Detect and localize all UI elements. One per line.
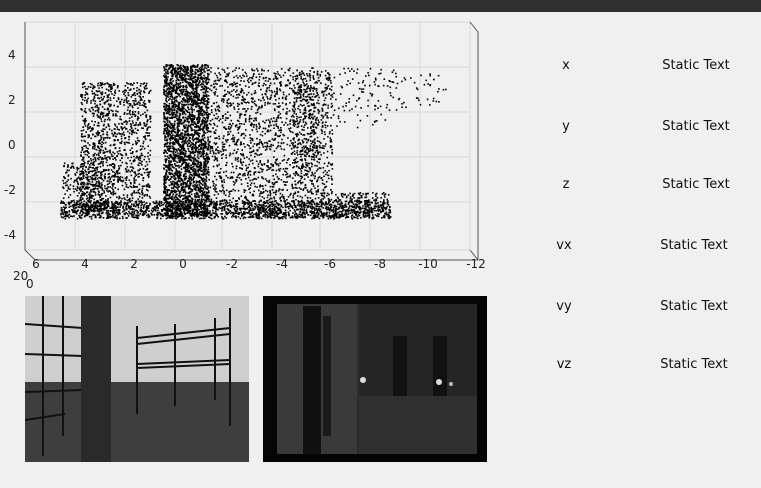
plot-axes: 4 2 0 -2 -4 6 4 2 0 -2 -4 -6 -8 -10 -12 … xyxy=(4,21,486,291)
y-tick: -4 xyxy=(4,228,16,242)
window-titlebar xyxy=(0,0,761,12)
value-vx: Static Text xyxy=(660,238,728,253)
x-tick: 0 xyxy=(179,257,187,271)
x-tick: -4 xyxy=(276,257,288,271)
x-tick: -2 xyxy=(226,257,238,271)
value-vz: Static Text xyxy=(660,357,728,372)
y-tick: -2 xyxy=(4,183,16,197)
label-vy: vy xyxy=(556,299,572,314)
label-y: y xyxy=(562,119,570,134)
point-cloud-plot[interactable]: 4 2 0 -2 -4 6 4 2 0 -2 -4 -6 -8 -10 -12 … xyxy=(0,12,500,297)
label-z: z xyxy=(562,177,570,192)
value-x: Static Text xyxy=(662,58,730,73)
y-tick: 4 xyxy=(8,48,16,62)
x-tick: -10 xyxy=(418,257,438,271)
y-tick: 0 xyxy=(8,138,16,152)
label-x: x xyxy=(562,58,570,73)
x-tick: -12 xyxy=(466,257,486,271)
value-vy: Static Text xyxy=(660,299,728,314)
point-cloud xyxy=(60,64,447,220)
y-tick: 2 xyxy=(8,93,16,107)
x-tick: -6 xyxy=(324,257,336,271)
label-vx: vx xyxy=(556,238,572,253)
x-tick: 2 xyxy=(130,257,138,271)
x-tick: -8 xyxy=(374,257,386,271)
z-tick: 0 xyxy=(26,277,34,291)
x-tick: 4 xyxy=(81,257,89,271)
depth-camera-view xyxy=(263,296,487,462)
label-vz: vz xyxy=(556,357,572,372)
x-tick: 6 xyxy=(32,257,40,271)
rgb-camera-view xyxy=(25,296,249,462)
value-y: Static Text xyxy=(662,119,730,134)
value-z: Static Text xyxy=(662,177,730,192)
